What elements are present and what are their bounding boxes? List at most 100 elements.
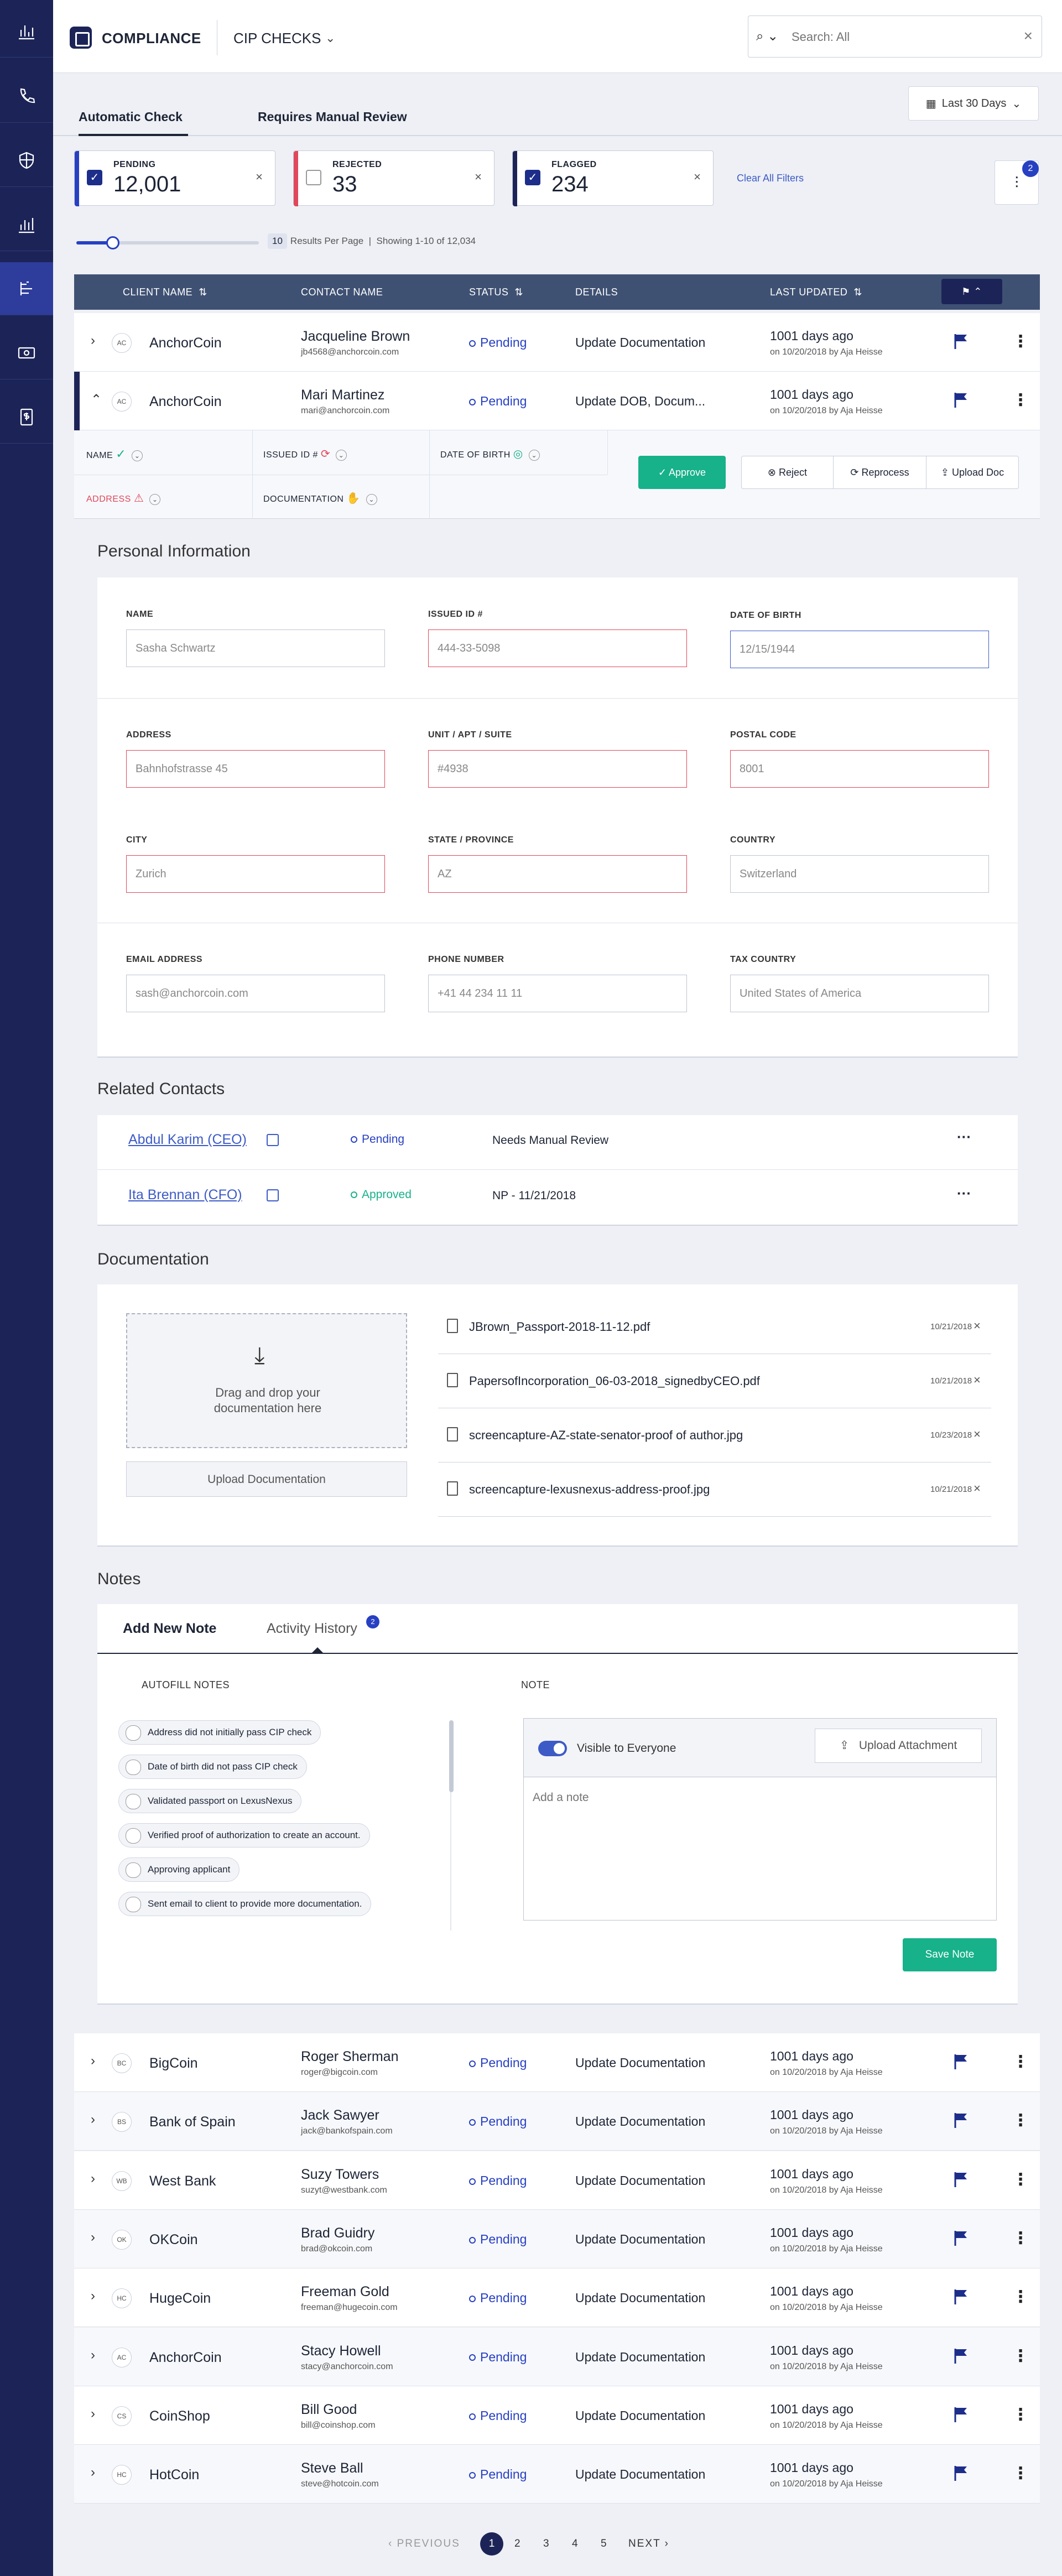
rejected-checkbox[interactable] xyxy=(306,170,321,185)
table-row[interactable]: › HC HotCoin Steve Ball steve@hotcoin.com Pen… xyxy=(74,2445,1040,2504)
upload-attachment-button[interactable]: ⇪ Upload Attachment xyxy=(815,1729,982,1763)
flag-icon[interactable] xyxy=(954,2171,969,2188)
chevron-right-icon[interactable]: › xyxy=(91,2230,95,2245)
flag-icon[interactable] xyxy=(954,2348,969,2364)
address-field[interactable] xyxy=(126,750,385,788)
name-field[interactable] xyxy=(126,629,385,667)
file-name[interactable]: screencapture-AZ-state-senator-proof of … xyxy=(469,1428,743,1443)
sidebar-item-analytics[interactable] xyxy=(0,4,53,58)
close-icon[interactable]: × xyxy=(256,170,263,184)
sidebar-item-cash[interactable] xyxy=(0,326,53,379)
page-5-button[interactable]: 5 xyxy=(601,2538,608,2550)
clear-search-icon[interactable]: × xyxy=(1024,27,1033,45)
more-options-icon[interactable]: ··· xyxy=(957,1128,971,1146)
flag-icon[interactable] xyxy=(954,2406,969,2423)
sidebar-item-reports[interactable] xyxy=(0,198,53,251)
email-field[interactable] xyxy=(126,975,385,1012)
flag-icon[interactable] xyxy=(954,2053,969,2070)
filter-card-rejected[interactable]: REJECTED 33 × xyxy=(293,150,494,206)
filter-card-pending[interactable]: ✓ PENDING 12,001 × xyxy=(74,150,275,206)
slider-handle[interactable] xyxy=(106,236,119,249)
external-link-icon[interactable] xyxy=(267,1189,279,1201)
chevron-right-icon[interactable]: › xyxy=(91,2171,95,2187)
sidebar-item-calls[interactable] xyxy=(0,70,53,123)
table-row[interactable]: › CS CoinShop Bill Good bill@coinshop.com Pen… xyxy=(74,2386,1040,2445)
more-options-icon[interactable]: ⋮ xyxy=(1012,2052,1029,2072)
more-options-icon[interactable]: ⋮ xyxy=(1012,2111,1029,2130)
previous-page-button[interactable]: ‹ PREVIOUS xyxy=(388,2538,460,2550)
document-row[interactable]: screencapture-AZ-state-senator-proof of … xyxy=(438,1408,991,1463)
state-field[interactable] xyxy=(428,855,687,893)
more-options-icon[interactable]: ⋮ xyxy=(1012,2287,1029,2307)
close-icon[interactable]: × xyxy=(475,170,482,184)
search-icon[interactable]: ⌕ ⌄ xyxy=(756,28,778,44)
table-row[interactable]: › BS Bank of Spain Jack Sawyer jack@bankofsp… xyxy=(74,2092,1040,2151)
document-row[interactable]: PapersofIncorporation_06-03-2018_signedb… xyxy=(438,1354,991,1408)
results-per-page-slider[interactable] xyxy=(76,236,259,249)
flag-icon[interactable] xyxy=(954,2112,969,2129)
upload-doc-button[interactable]: ⇪ Upload Doc xyxy=(926,456,1018,488)
more-options-icon[interactable]: ⋮ xyxy=(1012,2405,1029,2424)
more-options-icon[interactable]: ⋮ xyxy=(1012,332,1029,351)
more-options-icon[interactable]: ⋮ xyxy=(1012,2170,1029,2189)
search-input[interactable] xyxy=(792,26,1013,48)
more-options-icon[interactable]: ⋮ xyxy=(1012,391,1029,410)
autofill-note-chip[interactable]: Date of birth did not pass CIP check xyxy=(118,1755,307,1779)
module-selector[interactable]: CIP CHECKS xyxy=(233,30,321,47)
more-options-icon[interactable]: ⋮ xyxy=(1012,2229,1029,2248)
chevron-right-icon[interactable]: › xyxy=(91,2348,95,2363)
more-options-icon[interactable]: ⋮ xyxy=(1012,2346,1029,2366)
upload-documentation-button[interactable]: Upload Documentation xyxy=(126,1461,407,1497)
page-1-button[interactable]: 1 xyxy=(480,2532,503,2556)
sidebar-item-security[interactable] xyxy=(0,134,53,187)
page-4-button[interactable]: 4 xyxy=(572,2538,579,2550)
chevron-right-icon[interactable]: › xyxy=(91,2406,95,2422)
tab-activity-history[interactable]: Activity History xyxy=(267,1621,357,1637)
tab-add-new-note[interactable]: Add New Note xyxy=(123,1621,216,1637)
chevron-down-icon[interactable]: ⌄ xyxy=(528,450,540,461)
autofill-note-chip[interactable]: Validated passport on LexusNexus xyxy=(118,1789,302,1813)
close-icon[interactable]: × xyxy=(694,170,701,184)
approve-button[interactable]: ✓ Approve xyxy=(638,456,726,489)
phone-field[interactable] xyxy=(428,975,687,1012)
table-row[interactable]: › BC BigCoin Roger Sherman roger@bigcoin.com… xyxy=(74,2033,1040,2092)
page-3-button[interactable]: 3 xyxy=(543,2538,550,2550)
remove-file-icon[interactable]: × xyxy=(974,1373,981,1387)
chevron-right-icon[interactable]: › xyxy=(91,2465,95,2480)
save-note-button[interactable]: Save Note xyxy=(903,1938,997,1971)
file-name[interactable]: screencapture-lexusnexus-address-proof.j… xyxy=(469,1482,710,1497)
tab-manual-review[interactable]: Requires Manual Review xyxy=(258,110,407,124)
flag-icon[interactable] xyxy=(954,2465,969,2481)
chevron-right-icon[interactable]: › xyxy=(91,2288,95,2304)
chevron-up-icon[interactable]: ⌃ xyxy=(91,392,102,408)
chevron-right-icon[interactable]: › xyxy=(91,2112,95,2127)
flag-icon[interactable] xyxy=(954,2230,969,2246)
flag-icon[interactable] xyxy=(954,333,969,350)
chevron-down-icon[interactable]: ⌄ xyxy=(132,450,143,461)
file-name[interactable]: PapersofIncorporation_06-03-2018_signedb… xyxy=(469,1374,760,1388)
table-row[interactable]: › HC HugeCoin Freeman Gold freeman@hugecoin.… xyxy=(74,2268,1040,2328)
col-status[interactable]: STATUS ⇅ xyxy=(469,287,523,298)
reject-button[interactable]: ⊗ Reject xyxy=(742,456,834,488)
country-field[interactable] xyxy=(730,855,989,893)
file-name[interactable]: JBrown_Passport-2018-11-12.pdf xyxy=(469,1320,650,1334)
city-field[interactable] xyxy=(126,855,385,893)
chevron-right-icon[interactable]: › xyxy=(91,333,95,348)
tab-automatic-check[interactable]: Automatic Check xyxy=(79,110,188,136)
col-details[interactable]: DETAILS xyxy=(575,287,618,298)
flag-icon[interactable] xyxy=(954,2288,969,2305)
remove-file-icon[interactable]: × xyxy=(974,1427,981,1441)
unit-field[interactable] xyxy=(428,750,687,788)
contact-link-cfo[interactable]: Ita Brennan (CFO) xyxy=(128,1187,242,1203)
issued-id-field[interactable] xyxy=(428,629,687,667)
more-options-icon[interactable]: ⋮ xyxy=(1012,2464,1029,2483)
autofill-note-chip[interactable]: Address did not initially pass CIP check xyxy=(118,1720,321,1745)
contact-link-ceo[interactable]: Abdul Karim (CEO) xyxy=(128,1132,247,1148)
col-last-updated[interactable]: LAST UPDATED ⇅ xyxy=(770,287,862,298)
document-row[interactable]: screencapture-lexusnexus-address-proof.j… xyxy=(438,1463,991,1517)
document-row[interactable]: JBrown_Passport-2018-11-12.pdf 10/21/2018… xyxy=(438,1300,991,1354)
chevron-down-icon[interactable]: ⌄ xyxy=(336,450,347,461)
autofill-scrollbar[interactable] xyxy=(449,1720,454,1792)
document-dropzone[interactable]: ⤓ Drag and drop your documentation here xyxy=(126,1313,407,1448)
external-link-icon[interactable] xyxy=(267,1134,279,1146)
